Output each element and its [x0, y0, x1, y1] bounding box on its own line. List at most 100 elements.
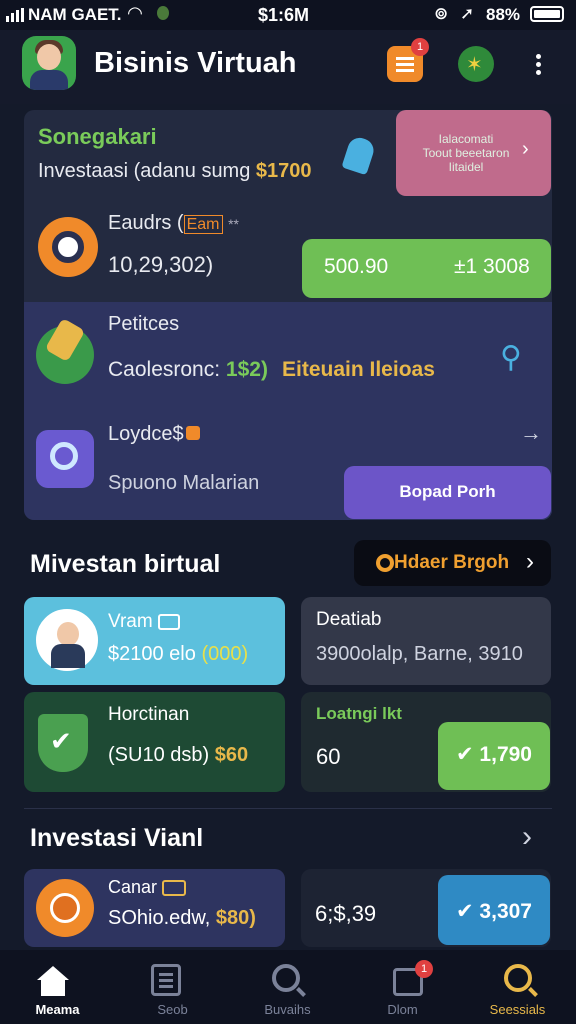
nav-messages[interactable]: 1 Dlom: [345, 950, 460, 1024]
item1-title-text: Eaudrs (: [108, 212, 184, 234]
item1-badge: Eam: [183, 215, 223, 234]
item1-title: Eaudrs (Eam **: [108, 212, 239, 235]
item1-suffix: **: [228, 216, 239, 232]
promo-banner[interactable]: Ialacomati Toout beeetaron Iitaidel ›: [396, 110, 551, 196]
nav-home-label: Meama: [35, 1002, 80, 1017]
alarm-icon: ⊚: [434, 4, 449, 23]
investor-avatar-icon: [36, 609, 98, 671]
item3-title: Loydce$: [108, 423, 200, 446]
signal-bar: [11, 13, 14, 22]
bottom2-pill[interactable]: ✔ 3,307: [438, 875, 550, 945]
nav-item4-label: Dlom: [387, 1002, 418, 1017]
item3-subtitle: Spuono Malarian: [108, 472, 260, 494]
notification-badge: 1: [411, 38, 429, 56]
item3-action-button[interactable]: Bopad Porh: [344, 466, 551, 519]
subtitle-label: Investaasi (adanu sumg: [38, 160, 251, 182]
nav-specials[interactable]: Seessials: [460, 950, 575, 1024]
grid1-title-text: Vram: [108, 611, 153, 632]
arrow-right-icon[interactable]: →: [520, 420, 542, 446]
grid4-value: 60: [316, 744, 341, 769]
nav-browse[interactable]: Buvaihs: [230, 950, 345, 1024]
bottom1-value: SOhio.edw, $80): [108, 907, 256, 930]
grid1-value: $2100 elo (000): [108, 643, 248, 666]
item1-value: 10,29,302): [108, 252, 214, 277]
search-icon-handle: [528, 987, 538, 997]
shield-check-icon: ✔: [38, 714, 88, 772]
grid4-title: Loatngi lkt: [316, 704, 402, 723]
grid4-pill[interactable]: ✔ 1,790: [438, 722, 550, 790]
grid3-title: Horctinan: [108, 704, 190, 725]
bottom-card-2[interactable]: 6;$,39 ✔ 3,307: [301, 869, 551, 947]
list-icon: [151, 964, 181, 996]
nav-badge: 1: [415, 960, 433, 978]
grid3-value-text: (SU10 dsb): [108, 744, 210, 766]
grid2-value: 3900olalp, Barne, 3910: [316, 643, 523, 665]
pill-left-value: 500.90: [324, 255, 389, 278]
home-icon-base: [41, 980, 65, 996]
profile-activity-icon[interactable]: ✶: [458, 46, 494, 82]
grid-card-4[interactable]: Loatngi lkt 60 ✔ 1,790: [301, 692, 551, 792]
divider: [24, 808, 552, 809]
hand-icon: [36, 317, 94, 384]
bottom1-title: Canar: [108, 877, 187, 898]
pill-right-value: ±1 3008: [454, 255, 530, 278]
grid1-value-highlight: (000): [201, 643, 249, 665]
clock: $1:6M: [258, 5, 310, 25]
grid3-value: (SU10 dsb) $60: [108, 744, 248, 767]
section1-title: Mivestan birtual: [30, 550, 221, 578]
item2-label-row: Caolesronc: 1$2): [108, 358, 268, 382]
grid4-pill-value: ✔ 1,790: [456, 743, 532, 766]
signal-bar: [21, 8, 24, 22]
nav-item2-label: Seob: [157, 1002, 188, 1017]
search-icon: [504, 964, 532, 992]
subtitle-text: Investaasi (adanu sumg $1700: [38, 160, 312, 183]
chevron-right-icon: ›: [526, 548, 534, 575]
bottom1-value-highlight: $80): [215, 907, 256, 929]
guitar-icon[interactable]: ⚲: [500, 340, 522, 375]
signal-bar: [16, 10, 19, 22]
bottom2-value: 6;$,39: [315, 901, 377, 926]
gear-icon: [38, 217, 98, 277]
location-icon: ➚: [460, 4, 475, 23]
bottom-card-1[interactable]: Canar SOhio.edw, $80): [24, 869, 285, 947]
item2-label: Caolesronc:: [108, 358, 221, 381]
app-header: Bisinis Virtuah 1 ✶: [0, 30, 576, 104]
chevron-right-icon[interactable]: ›: [522, 820, 532, 854]
item2-label-value: 1$2): [225, 358, 268, 381]
nav-search-list[interactable]: Seob: [115, 950, 230, 1024]
bottom1-title-text: Canar: [108, 877, 158, 897]
item3-title-text: Loydce$: [108, 423, 184, 445]
bottom-nav: Meama Seob Buvaihs 1 Dlom Seessials: [0, 950, 576, 1024]
status-bar: NAM GAET. ◠ $1:6M ⊚ ➚ 88%: [0, 0, 576, 30]
coin-icon: [376, 554, 394, 572]
item3-button-label: Bopad Porh: [399, 482, 496, 501]
greeting-text: Sonegakari: [38, 124, 157, 149]
battery-icon: [530, 6, 564, 22]
shield-icon: [157, 6, 169, 20]
home-icon: [37, 966, 69, 980]
grid-card-3[interactable]: ✔ Horctinan (SU10 dsb) $60: [24, 692, 285, 792]
section2-title: Investasi Vianl: [30, 824, 204, 852]
nav-home[interactable]: Meama: [0, 950, 115, 1024]
more-menu-icon[interactable]: [528, 46, 548, 82]
avatar[interactable]: [22, 36, 76, 90]
subtitle-value: $1700: [255, 160, 312, 182]
wifi-icon: ◠: [128, 3, 142, 23]
grid2-title: Deatiab: [316, 609, 382, 630]
item1-amount-pill[interactable]: 500.90 ±1 3008: [302, 239, 551, 298]
bottom1-value-text: SOhio.edw,: [108, 907, 211, 929]
badge-star-icon: [36, 879, 94, 937]
grid3-value-highlight: $60: [214, 744, 249, 766]
promo-text: Ialacomati Toout beeetaron Iitaidel: [422, 132, 510, 174]
chevron-right-icon: ›: [522, 138, 529, 160]
section1-button[interactable]: Hdaer Brgoh ›: [354, 540, 551, 586]
item2-highlight: Eiteuain Ileioas: [282, 358, 435, 381]
search-icon: [272, 964, 300, 992]
grid-card-2[interactable]: Deatiab 3900olalp, Barne, 3910: [301, 597, 551, 685]
runner-icon: ✶: [466, 54, 483, 76]
page-title: Bisinis Virtuah: [94, 47, 297, 79]
notifications-button[interactable]: 1: [387, 38, 429, 82]
item2-title: Petitces: [108, 313, 180, 335]
grid-card-1[interactable]: Vram $2100 elo (000): [24, 597, 285, 685]
bottom2-pill-value: ✔ 3,307: [456, 900, 532, 923]
